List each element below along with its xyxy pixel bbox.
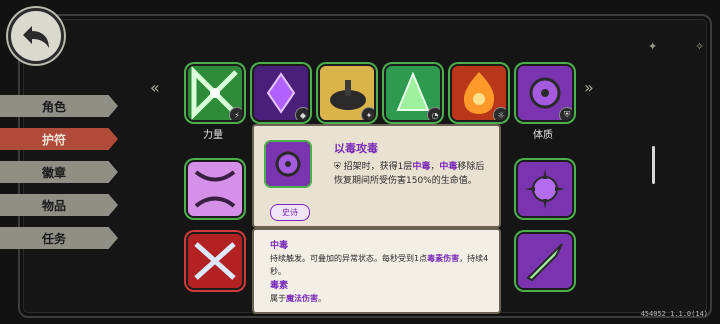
shield-icon: ⛨ <box>334 162 344 172</box>
dagger-icon <box>518 234 572 288</box>
tab-character[interactable]: 角色 <box>0 95 118 117</box>
tooltip-title: 以毒攻毒 <box>334 142 378 155</box>
amulet-card[interactable] <box>516 160 574 218</box>
amulet-card[interactable]: ⚡ <box>186 64 244 122</box>
tab-items[interactable]: 物品 <box>0 194 118 216</box>
glossary-definition: 属于魔法伤害。 <box>270 292 490 305</box>
attribute-label: 力量 <box>203 130 223 141</box>
amulet-card[interactable] <box>516 232 574 290</box>
attribute-badge: ☼ <box>493 107 506 120</box>
glossary-definition: 持续触发。可叠加的异常状态。每秒受到1点毒素伤害，持续4秒。 <box>270 252 490 278</box>
amulet-card[interactable] <box>186 232 244 290</box>
amulet-card[interactable] <box>186 160 244 218</box>
corner-ornament-icon: ✦ <box>648 40 658 53</box>
amulet-card[interactable]: ◔ <box>384 64 442 122</box>
scrollbar[interactable] <box>652 146 655 184</box>
scroll-left-icon[interactable]: « <box>150 78 160 97</box>
glossary-text: 属于 <box>270 294 286 303</box>
glossary-panel: 中毒 持续触发。可叠加的异常状态。每秒受到1点毒素伤害，持续4秒。 毒素 属于魔… <box>252 228 501 314</box>
amulet-card[interactable]: ◆ <box>252 64 310 122</box>
rarity-badge: 史诗 <box>270 204 310 221</box>
attribute-badge: ✦ <box>361 107 374 120</box>
attribute-badge: ◆ <box>295 107 308 120</box>
tab-amulet[interactable]: 护符 <box>0 128 118 150</box>
tooltip-text: 招架时，获得1层 <box>343 162 413 172</box>
tab-badge[interactable]: 徽章 <box>0 161 118 183</box>
version-label: 454052 1.1.0(14) <box>640 310 708 318</box>
keyword-poison[interactable]: 中毒 <box>412 162 430 172</box>
spiky-orb-icon <box>518 162 572 216</box>
glossary-text: 持续触发。可叠加的异常状态。每秒受到1点 <box>270 254 428 263</box>
amulet-card[interactable]: ☼ <box>450 64 508 122</box>
corner-ornament-icon: ✧ <box>695 40 705 53</box>
glossary-text: 。 <box>318 294 326 303</box>
pink-web-icon <box>188 162 242 216</box>
back-arrow-icon <box>23 26 49 48</box>
tooltip-description: ⛨ 招架时，获得1层中毒，中毒移除后恢复期间所受伤害150%的生命值。 <box>334 160 492 188</box>
back-button[interactable] <box>8 8 64 64</box>
keyword-magic-damage[interactable]: 魔法伤害 <box>286 294 318 303</box>
amulet-tooltip: 以毒攻毒 ⛨ 招架时，获得1层中毒，中毒移除后恢复期间所受伤害150%的生命值。… <box>252 124 501 228</box>
glossary-term: 毒素 <box>270 281 289 291</box>
scroll-right-icon[interactable]: » <box>584 78 594 97</box>
attribute-badge: ⚡ <box>229 107 242 120</box>
keyword-toxic-damage[interactable]: 毒素伤害 <box>427 254 459 263</box>
amulet-card[interactable]: ✦ <box>318 64 376 122</box>
glossary-term: 中毒 <box>270 241 289 251</box>
attribute-label: 体质 <box>533 130 553 141</box>
attribute-badge: ◔ <box>427 107 440 120</box>
attribute-badge: ⛨ <box>559 107 572 120</box>
keyword-poison[interactable]: 中毒 <box>439 162 457 172</box>
crossed-swords-icon <box>188 234 242 288</box>
sidebar: 角色 护符 徽章 物品 任务 <box>0 95 118 260</box>
virus-shield-icon <box>264 140 312 188</box>
tab-quests[interactable]: 任务 <box>0 227 118 249</box>
amulet-card[interactable]: ⛨ <box>516 64 574 122</box>
